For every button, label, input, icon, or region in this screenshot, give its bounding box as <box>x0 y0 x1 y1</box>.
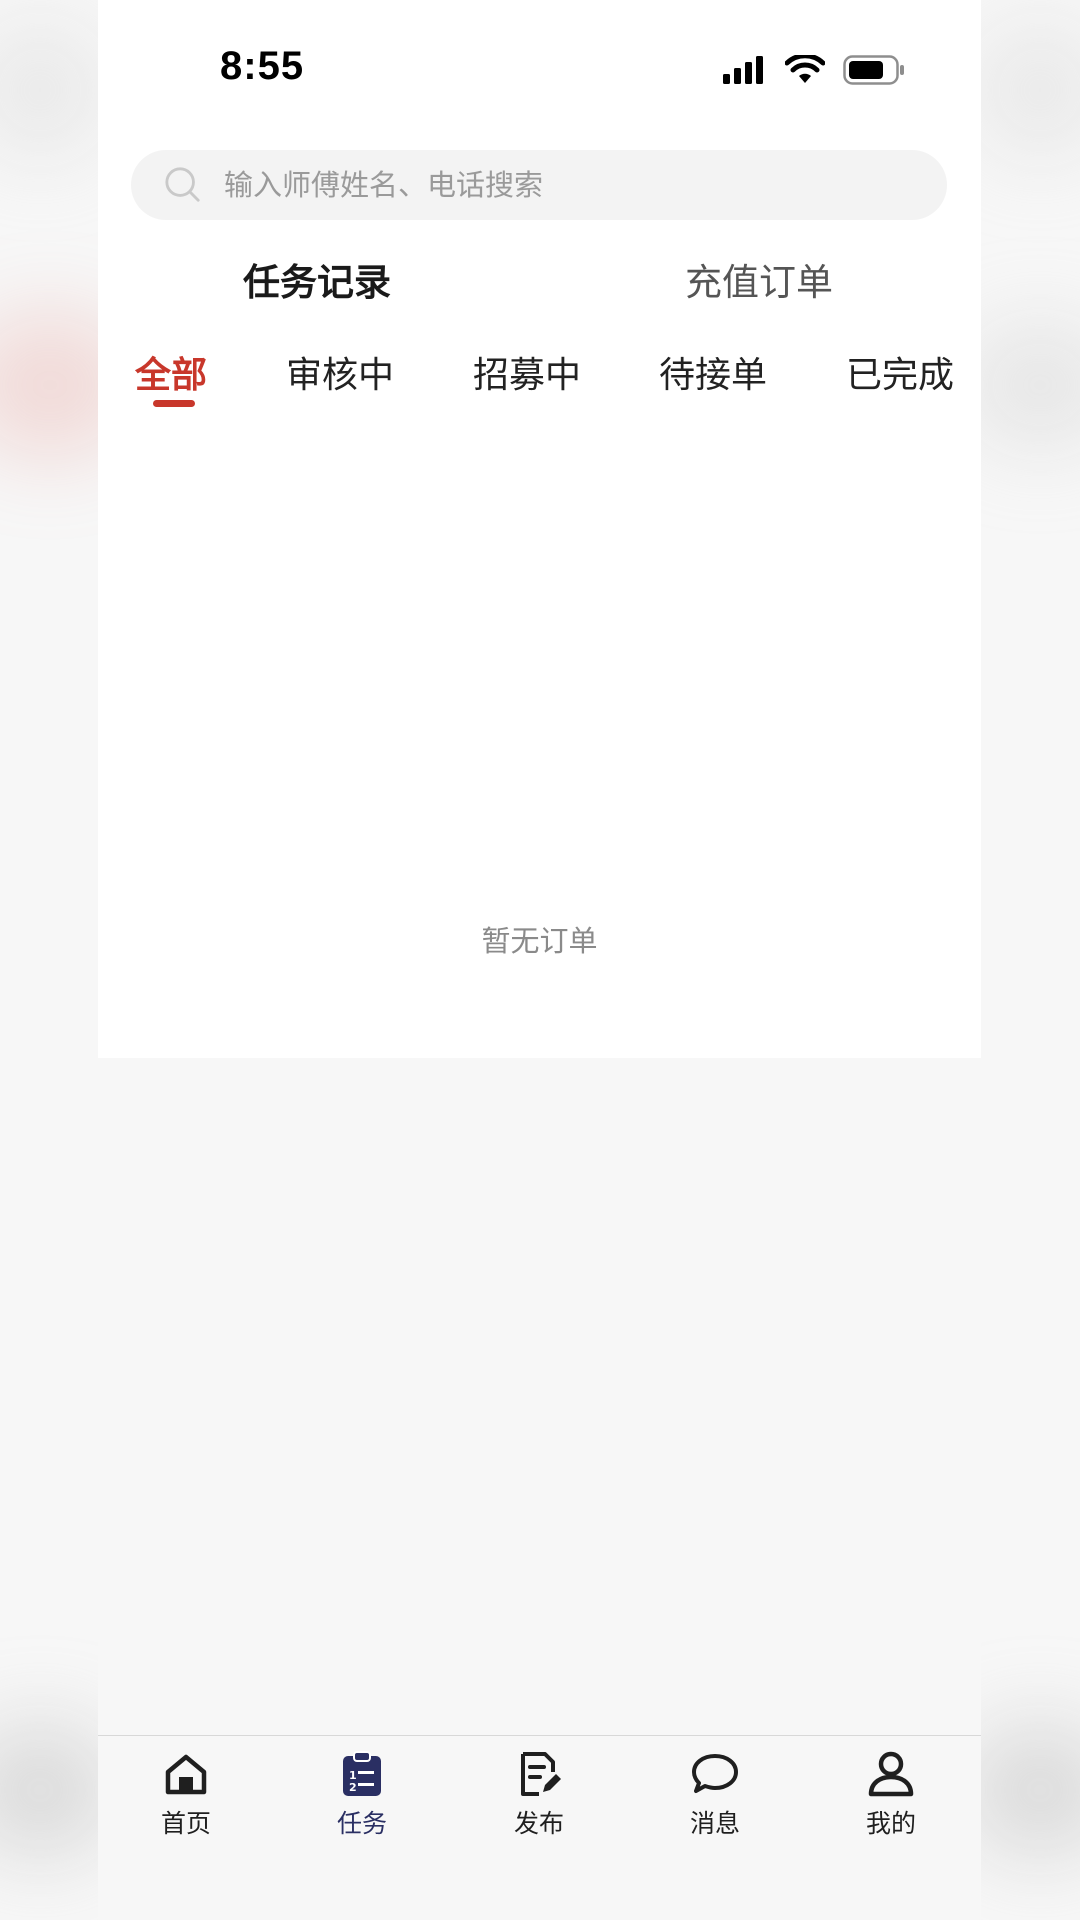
filter-tab-reviewing[interactable]: 审核中 <box>286 346 394 398</box>
nav-label: 首页 <box>160 1809 211 1838</box>
message-bubble-icon <box>691 1750 739 1798</box>
cellular-signal-icon <box>723 56 767 88</box>
bottom-nav-bar: 首页 1 2 任务 发布 消息 我的 <box>98 1735 981 1920</box>
search-bar[interactable] <box>131 150 947 220</box>
filter-tab-recruiting[interactable]: 招募中 <box>473 346 581 398</box>
tab-task-records[interactable]: 任务记录 <box>243 252 391 306</box>
nav-label: 消息 <box>689 1809 740 1838</box>
filter-tab-pending[interactable]: 待接单 <box>659 346 767 398</box>
nav-item-publish[interactable]: 发布 <box>469 1750 609 1840</box>
user-profile-icon <box>867 1750 915 1798</box>
search-input[interactable] <box>222 167 906 203</box>
search-icon <box>164 166 202 204</box>
wifi-icon <box>784 53 826 89</box>
nav-label: 发布 <box>513 1809 564 1838</box>
phone-screen: 8:55 输入师傅姓名、电话搜索 任务记录 充值订单 全部 审核中 招募中 待接… <box>98 0 981 1920</box>
backdrop-glow <box>0 20 110 160</box>
filter-tab-completed[interactable]: 已完成 <box>846 346 954 398</box>
home-icon <box>162 1750 210 1798</box>
nav-label: 任务 <box>336 1809 387 1838</box>
tab-recharge-orders[interactable]: 充值订单 <box>685 252 833 306</box>
nav-item-profile[interactable]: 我的 <box>821 1750 961 1840</box>
status-time: 8:55 <box>220 44 305 88</box>
nav-item-home[interactable]: 首页 <box>116 1750 256 1840</box>
empty-state-text: 暂无订单 <box>481 924 598 958</box>
battery-icon <box>843 55 905 89</box>
svg-text:2: 2 <box>349 1781 357 1794</box>
backdrop-glow <box>970 20 1080 160</box>
nav-label: 我的 <box>865 1809 916 1838</box>
filter-tab-all[interactable]: 全部 <box>135 346 207 398</box>
task-clipboard-icon: 1 2 <box>338 1750 386 1798</box>
active-tab-indicator <box>153 400 195 407</box>
status-icons <box>723 52 905 92</box>
publish-document-icon <box>515 1750 563 1798</box>
nav-item-tasks[interactable]: 1 2 任务 <box>292 1750 432 1840</box>
nav-item-messages[interactable]: 消息 <box>645 1750 785 1840</box>
